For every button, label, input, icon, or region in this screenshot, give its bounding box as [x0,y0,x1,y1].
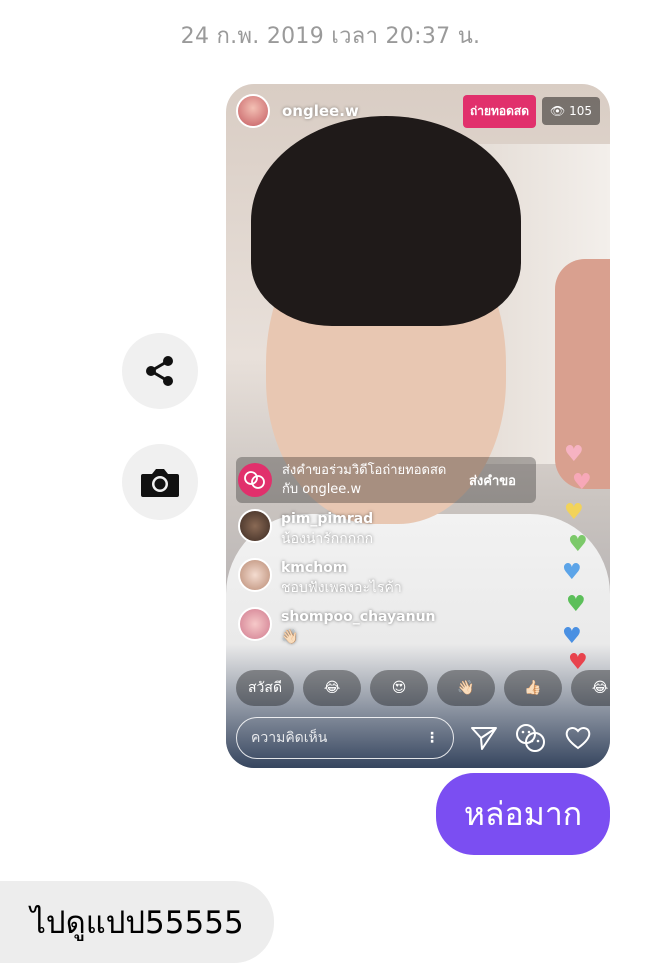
send-icon [471,727,497,750]
heart-icon: ♥ [564,500,584,525]
join-live-request[interactable]: ส่งคำขอร่วมวิดีโอถ่ายทอดสดกับ onglee.w ส… [236,457,536,503]
quick-reply-chip[interactable]: 😂 [303,670,362,706]
eye-icon: 👁 [550,104,566,118]
floating-hearts: ♥ ♥ ♥ ♥ ♥ ♥ ♥ ♥ [560,444,600,684]
join-live-button[interactable] [514,722,548,754]
comment-item: pim_pimrad น้องน่ารักกกกก [238,509,373,549]
host-avatar[interactable] [236,94,270,128]
message-timestamp: 24 ก.พ. 2019 เวลา 20:37 น. [180,24,481,49]
commenter-avatar[interactable] [238,509,272,543]
live-badge: ถ่ายทอดสด [462,94,537,128]
quick-reply-chip[interactable]: 😂 [571,670,610,706]
sent-message-bubble[interactable]: หล่อมาก [436,773,610,855]
join-request-text: ส่งคำขอร่วมวิดีโอถ่ายทอดสดกับ onglee.w [282,463,447,497]
camera-button[interactable] [122,444,198,520]
viewer-count: 👁 105 [542,97,600,125]
camera-icon [141,469,179,497]
comment-username[interactable]: kmchom [281,558,402,578]
comment-text: 👋🏻 [281,629,299,645]
heart-icon: ♥ [562,624,582,649]
comment-text: ชอบฟังเพลงอะไรค้า [281,580,402,596]
heart-icon: ♥ [562,560,582,585]
live-bottom-bar: ความคิดเห็น ⋮ [236,716,600,760]
comment-username[interactable]: pim_pimrad [281,509,373,529]
comment-placeholder: ความคิดเห็น [251,730,328,746]
heart-icon: ♥ [568,532,588,557]
shared-live-screenshot[interactable]: onglee.w ถ่ายทอดสด 👁 105 ส่งคำขอร่วมวิดี… [226,84,610,768]
comment-item: shompoo_chayanun 👋🏻 [238,607,436,647]
send-request-button[interactable]: ส่งคำขอ [469,470,516,491]
direct-send-button[interactable] [470,725,498,751]
heart-icon: ♥ [572,470,592,495]
join-request-icon [238,463,272,497]
comment-item: kmchom ชอบฟังเพลงอะไรค้า [238,558,402,598]
quick-replies: สวัสดี 😂 😍 👋🏻 👍🏻 😂 [236,670,610,706]
quick-reply-chip[interactable]: 👋🏻 [437,670,496,706]
like-button[interactable] [564,725,592,751]
heart-outline-icon [565,727,591,750]
quick-reply-chip[interactable]: 😍 [370,670,429,706]
viewer-count-value: 105 [569,104,592,118]
comment-text: น้องน่ารักกกกก [281,531,374,547]
comment-username[interactable]: shompoo_chayanun [281,607,436,627]
live-top-bar: onglee.w ถ่ายทอดสด 👁 105 [236,94,600,128]
received-message-bubble[interactable]: ไปดูแปป55555 [0,881,274,963]
heart-icon: ♥ [564,442,584,467]
share-icon [146,356,173,386]
quick-reply-chip[interactable]: สวัสดี [236,670,295,706]
person-hair [251,116,521,326]
heart-icon: ♥ [566,592,586,617]
quick-reply-chip[interactable]: 👍🏻 [504,670,563,706]
commenter-avatar[interactable] [238,607,272,641]
comment-input[interactable]: ความคิดเห็น ⋮ [236,717,454,759]
share-button[interactable] [122,333,198,409]
more-options-icon[interactable]: ⋮ [425,730,439,746]
join-live-icon [516,724,545,752]
commenter-avatar[interactable] [238,558,272,592]
host-username[interactable]: onglee.w [282,102,463,120]
